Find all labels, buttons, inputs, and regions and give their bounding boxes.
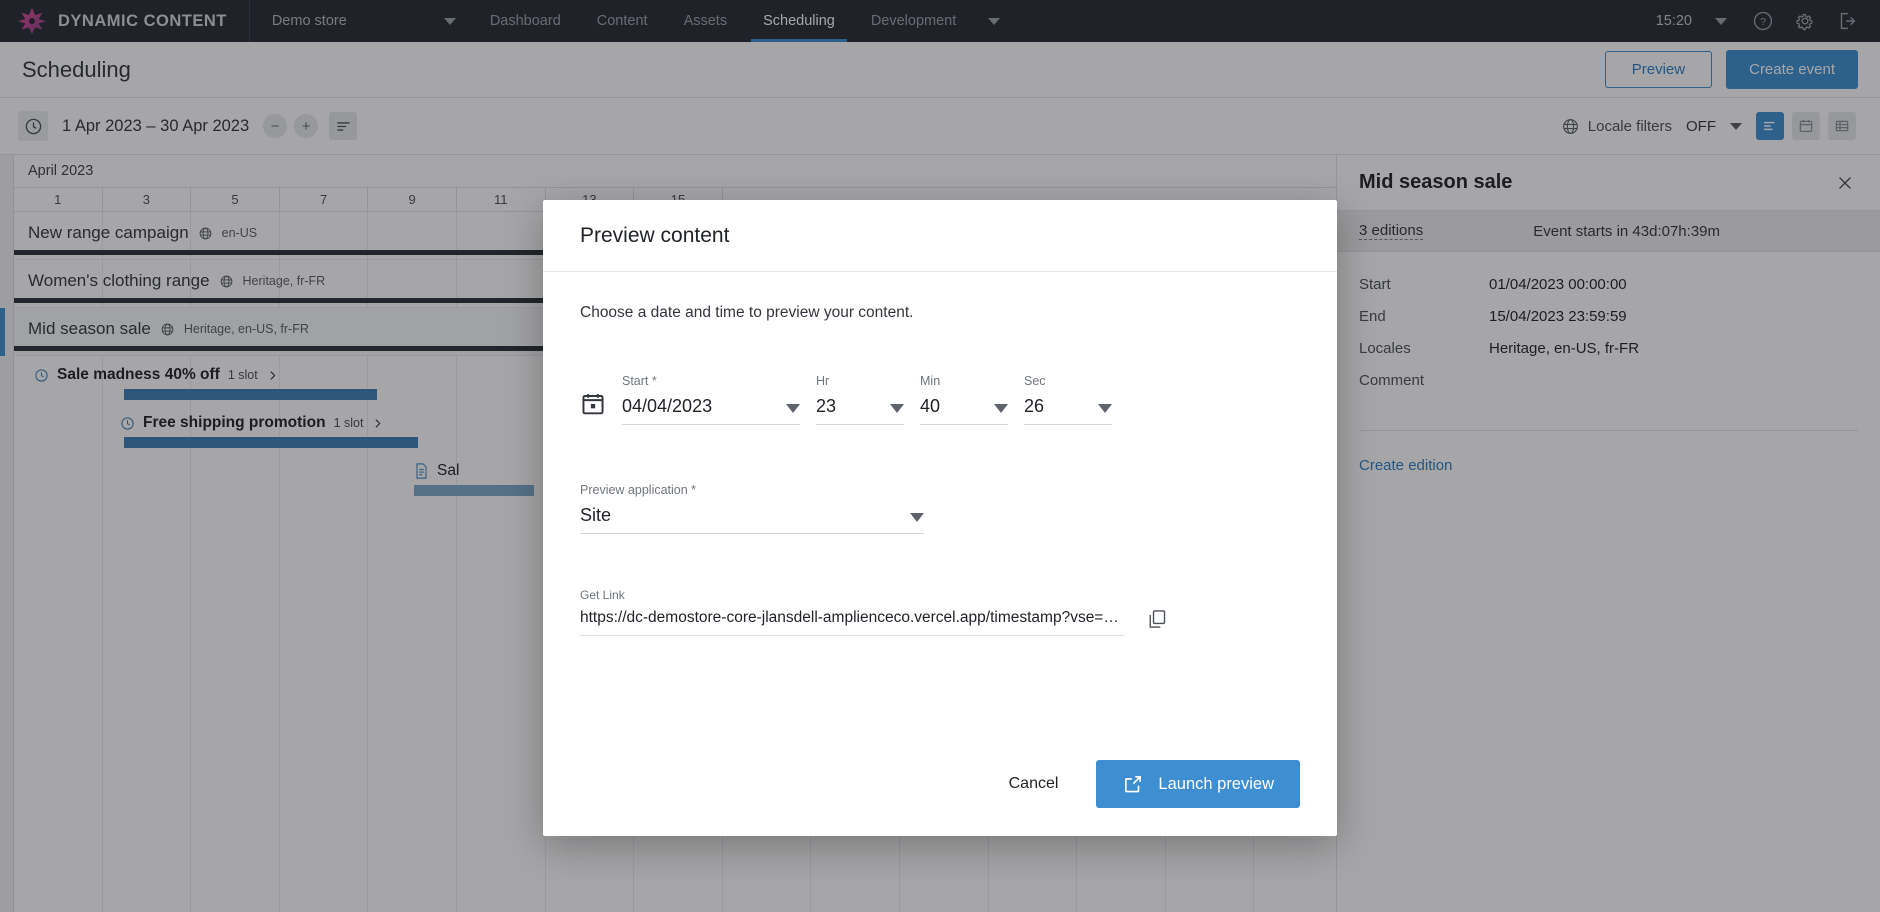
copy-icon[interactable] (1146, 608, 1168, 630)
get-link-field: Get Link https://dc-demostore-core-jlans… (580, 588, 1166, 636)
second-value: 26 (1024, 396, 1045, 416)
hour-control[interactable]: 23 (816, 396, 904, 425)
get-link-value: https://dc-demostore-core-jlansdell-ampl… (580, 609, 1124, 626)
cancel-button[interactable]: Cancel (1003, 765, 1065, 803)
chevron-down-icon (994, 404, 1008, 413)
preview-application-label: Preview application * (580, 483, 697, 497)
hour-label: Hr (816, 374, 830, 388)
chevron-down-icon (890, 404, 904, 413)
second-field[interactable]: Sec 26 (1024, 374, 1112, 425)
minute-field[interactable]: Min 40 (920, 374, 1008, 425)
minute-label: Min (920, 374, 941, 388)
minute-control[interactable]: 40 (920, 396, 1008, 425)
external-link-icon (1122, 773, 1144, 795)
get-link-label: Get Link (580, 588, 625, 602)
dialog-footer: Cancel Launch preview (543, 732, 1337, 836)
preview-application-field[interactable]: Preview application * Site (580, 483, 924, 534)
second-control[interactable]: 26 (1024, 396, 1112, 425)
launch-preview-label: Launch preview (1158, 774, 1274, 793)
chevron-down-icon (1098, 404, 1112, 413)
second-label: Sec (1024, 374, 1046, 388)
hour-value: 23 (816, 396, 837, 416)
get-link-control[interactable]: https://dc-demostore-core-jlansdell-ampl… (580, 609, 1124, 636)
start-date-value: 04/04/2023 (622, 396, 713, 416)
start-date-control[interactable]: 04/04/2023 (622, 396, 800, 425)
hour-field[interactable]: Hr 23 (816, 374, 904, 425)
dialog-body: Choose a date and time to preview your c… (543, 272, 1337, 636)
chevron-down-icon (910, 513, 924, 522)
start-date-label: Start * (622, 374, 657, 388)
preview-application-control[interactable]: Site (580, 505, 924, 534)
preview-content-dialog: Preview content Choose a date and time t… (543, 200, 1337, 836)
minute-value: 40 (920, 396, 941, 416)
start-date-field[interactable]: Start * 04/04/2023 (622, 374, 800, 425)
dialog-title: Preview content (580, 223, 730, 247)
preview-application-value: Site (580, 505, 612, 525)
calendar-icon[interactable] (580, 391, 606, 417)
dialog-header: Preview content (543, 200, 1337, 272)
chevron-down-icon (786, 404, 800, 413)
app-root: DYNAMIC CONTENT Demo store Dashboard Con… (0, 0, 1880, 912)
dialog-description: Choose a date and time to preview your c… (580, 304, 914, 321)
datetime-picker-row: Start * 04/04/2023 Hr 23 Min 40 Sec 26 (580, 374, 1300, 425)
launch-preview-button[interactable]: Launch preview (1096, 760, 1300, 808)
